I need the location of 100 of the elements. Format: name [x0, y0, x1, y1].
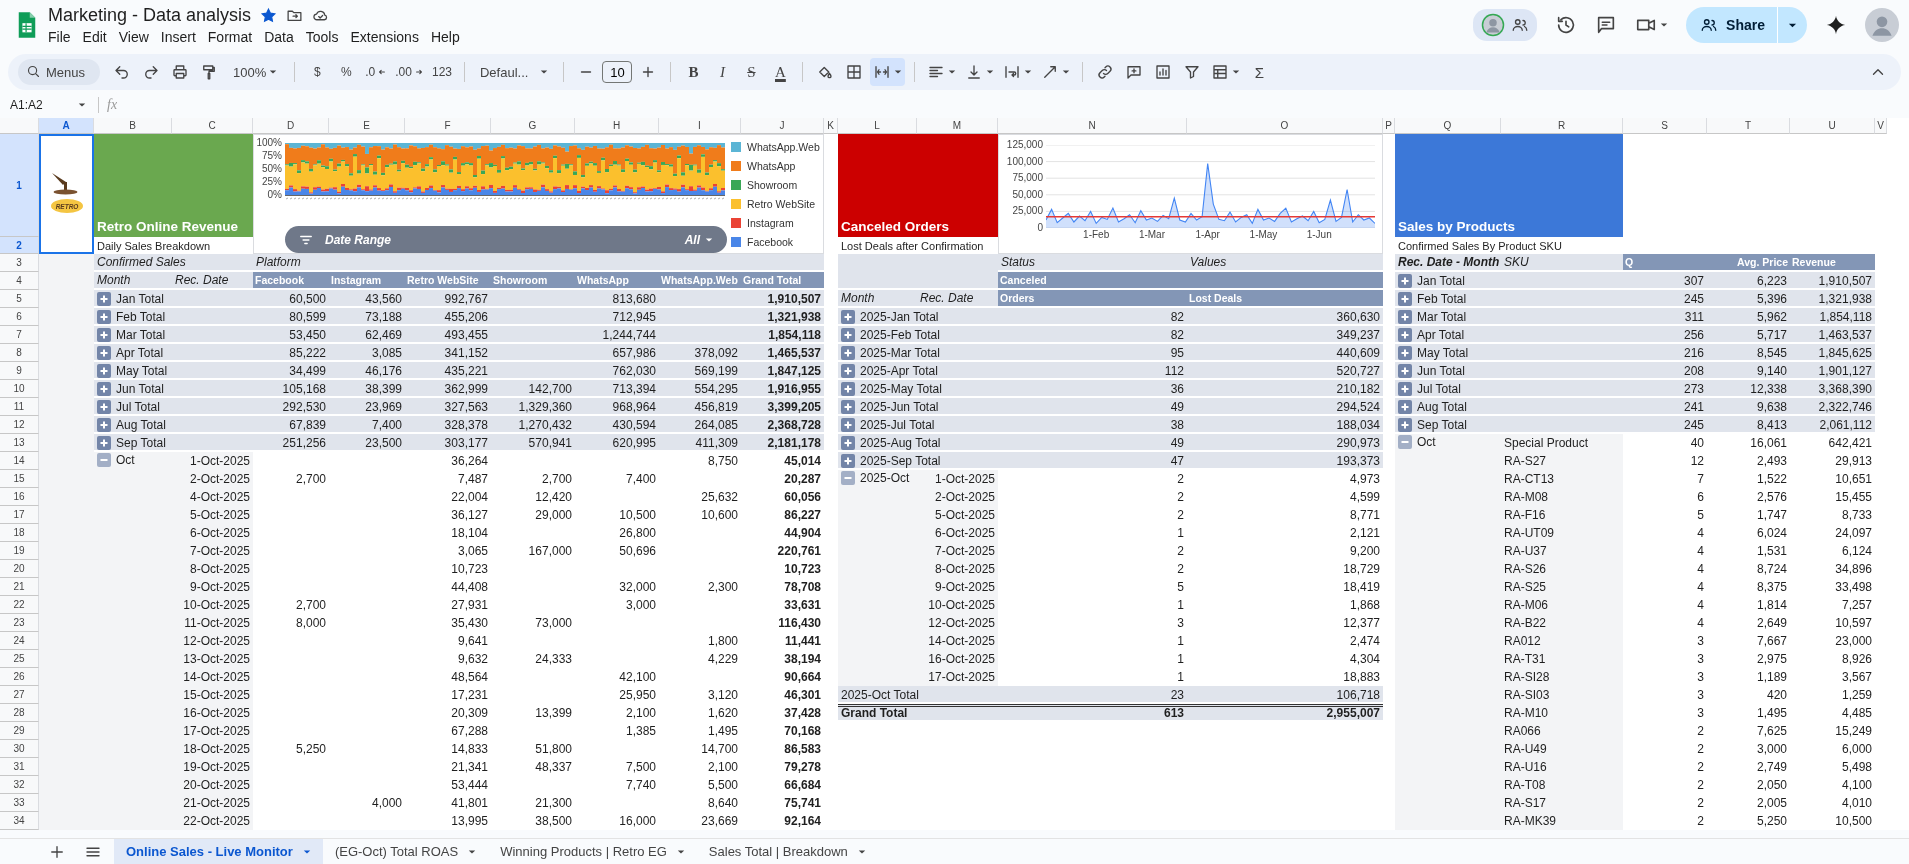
menu-search-field[interactable]: Menus [18, 59, 100, 85]
row-header[interactable]: 34 [0, 812, 39, 830]
expand-icon[interactable] [1398, 346, 1412, 360]
expand-icon[interactable] [841, 364, 855, 378]
caret-icon[interactable] [78, 101, 86, 109]
row-header[interactable]: 30 [0, 740, 39, 758]
menu-item[interactable]: Help [424, 28, 466, 46]
caret-icon[interactable] [302, 847, 311, 856]
strikethrough-button[interactable]: S [738, 58, 765, 86]
row-header[interactable]: 24 [0, 632, 39, 650]
row-header[interactable]: 22 [0, 596, 39, 614]
sheet-tab[interactable]: Sales Total | Breakdown [696, 839, 878, 864]
sheet-tab[interactable]: Winning Products | Retro EG [488, 839, 697, 864]
menu-item[interactable]: Data [258, 28, 300, 46]
row-header[interactable]: 17 [0, 506, 39, 524]
expand-icon[interactable] [1398, 364, 1412, 378]
row-header[interactable]: 14 [0, 452, 39, 470]
filter-icon[interactable] [1183, 63, 1202, 81]
expand-icon[interactable] [841, 310, 855, 324]
sheet-tab[interactable]: (EG-Oct) Total ROAS [322, 839, 489, 864]
name-box[interactable]: A1:A2 [10, 98, 90, 112]
expand-icon[interactable] [97, 436, 111, 450]
expand-icon[interactable] [1398, 328, 1412, 342]
column-header[interactable]: M [917, 118, 998, 134]
column-header[interactable]: K [824, 118, 838, 134]
table-icon[interactable] [1211, 63, 1230, 81]
font-dropdown[interactable]: Defaul... [474, 58, 555, 86]
menu-item[interactable]: Tools [299, 28, 345, 46]
people-icon[interactable] [1511, 16, 1530, 34]
expand-icon[interactable] [1398, 382, 1412, 396]
column-header[interactable]: T [1707, 118, 1790, 134]
column-header[interactable]: O [1187, 118, 1383, 134]
caret-icon[interactable] [986, 68, 995, 76]
caret-icon[interactable] [676, 847, 685, 856]
search-icon[interactable] [26, 64, 41, 79]
row-header[interactable]: 21 [0, 578, 39, 596]
menu-item[interactable]: Edit [76, 28, 113, 46]
undo-icon[interactable] [113, 63, 131, 81]
functions-button[interactable]: Σ [1246, 58, 1273, 86]
text-color-button[interactable]: A [767, 58, 794, 86]
collaborators-chip[interactable] [1473, 9, 1538, 41]
row-header[interactable]: 7 [0, 326, 39, 344]
row-header[interactable]: 6 [0, 308, 39, 326]
row-header[interactable]: 12 [0, 416, 39, 434]
row-header[interactable]: 5 [0, 290, 39, 308]
caret-icon[interactable] [540, 68, 549, 76]
caret-icon[interactable] [1232, 68, 1241, 76]
expand-icon[interactable] [1398, 418, 1412, 432]
row-header[interactable]: 28 [0, 704, 39, 722]
column-header[interactable]: V [1875, 118, 1887, 134]
expand-icon[interactable] [1398, 310, 1412, 324]
expand-icon[interactable] [97, 346, 111, 360]
expand-icon[interactable] [841, 346, 855, 360]
caret-icon[interactable] [857, 847, 866, 856]
row-header[interactable]: 15 [0, 470, 39, 488]
chart-icon[interactable] [1154, 63, 1173, 81]
expand-icon[interactable] [1398, 400, 1412, 414]
expand-icon[interactable] [841, 454, 855, 468]
menu-item[interactable]: Insert [154, 28, 202, 46]
comment-icon[interactable] [1125, 63, 1144, 81]
menu-item[interactable]: View [112, 28, 155, 46]
row-header[interactable]: 1 [0, 134, 39, 237]
row-header[interactable]: 10 [0, 380, 39, 398]
star-icon[interactable] [260, 6, 278, 24]
column-header[interactable]: S [1623, 118, 1707, 134]
column-header[interactable]: J [741, 118, 824, 134]
people-icon[interactable] [1700, 16, 1719, 34]
column-header[interactable]: I [659, 118, 741, 134]
caret-icon[interactable] [1660, 21, 1669, 29]
expand-icon[interactable] [97, 418, 111, 432]
expand-icon[interactable] [841, 382, 855, 396]
sheet-tab[interactable]: Online Sales - Live Monitor [114, 839, 323, 864]
column-header[interactable]: R [1501, 118, 1623, 134]
expand-icon[interactable] [97, 292, 111, 306]
caret-icon[interactable] [468, 847, 477, 856]
column-header[interactable]: U [1790, 118, 1875, 134]
row-header[interactable]: 23 [0, 614, 39, 632]
filter-value-dropdown[interactable]: All [684, 232, 713, 247]
row-header[interactable]: 20 [0, 560, 39, 578]
expand-icon[interactable] [1398, 274, 1412, 288]
expand-icon[interactable] [97, 400, 111, 414]
expand-icon[interactable] [97, 328, 111, 342]
row-header[interactable]: 8 [0, 344, 39, 362]
print-icon[interactable] [171, 63, 189, 81]
spreadsheet-logo[interactable] [16, 10, 38, 40]
expand-icon[interactable] [841, 436, 855, 450]
expand-icon[interactable] [841, 328, 855, 342]
row-header[interactable]: 25 [0, 650, 39, 668]
column-header[interactable]: P [1383, 118, 1395, 134]
row-header[interactable]: 3 [0, 254, 39, 272]
column-header[interactable]: C [172, 118, 253, 134]
row-header[interactable]: 33 [0, 794, 39, 812]
row-header[interactable]: 11 [0, 398, 39, 416]
menu-item[interactable]: Format [201, 28, 259, 46]
row-header[interactable]: 31 [0, 758, 39, 776]
row-header[interactable]: 18 [0, 524, 39, 542]
expand-icon[interactable] [1398, 292, 1412, 306]
caret-icon[interactable] [1062, 68, 1071, 76]
avatar[interactable] [1865, 8, 1899, 42]
avatar[interactable] [1481, 13, 1506, 37]
